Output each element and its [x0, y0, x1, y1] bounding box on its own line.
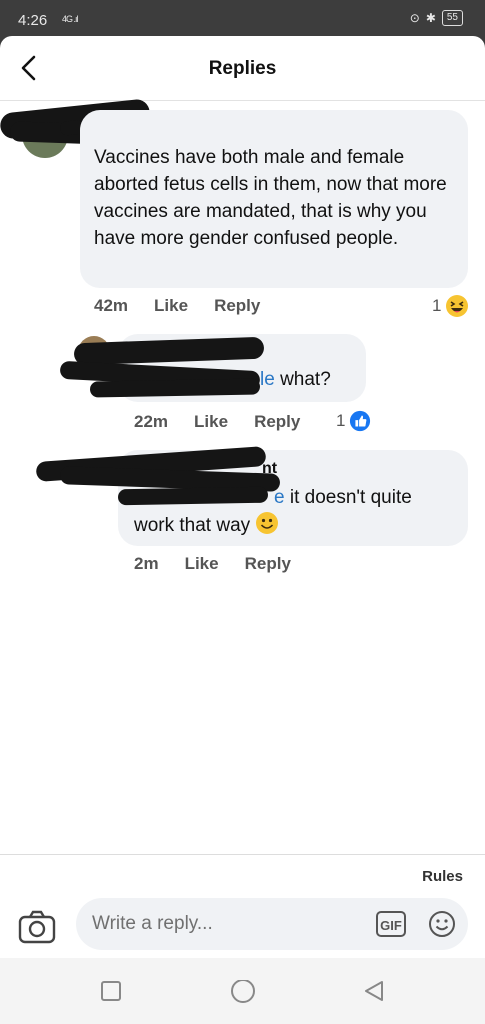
- comment-time: 42m: [94, 296, 129, 315]
- signal-indicator: 4G .ıl: [62, 14, 78, 24]
- bluetooth-icon: ✱: [425, 11, 436, 25]
- status-bar: 4:26 4G .ıl ⊙ ✱ 55: [0, 0, 485, 40]
- comment-time: 22m: [134, 412, 169, 431]
- divider: [0, 854, 485, 855]
- back-triangle-icon[interactable]: [362, 980, 386, 1004]
- status-time: 4:26: [18, 12, 48, 29]
- like-button[interactable]: Like: [194, 412, 228, 432]
- like-button[interactable]: Like: [185, 554, 219, 574]
- battery-icon: 55: [441, 10, 463, 26]
- redaction-scribble: [89, 378, 261, 398]
- comment-time: 2m: [134, 554, 159, 573]
- header: Replies: [0, 36, 485, 101]
- haha-emoji-icon: [446, 295, 469, 317]
- status-icons: ⊙ ✱ 55: [410, 10, 463, 26]
- emoji-icon[interactable]: [428, 910, 456, 938]
- comment-bubble: Vaccines have both male and female abort…: [80, 110, 468, 288]
- reaction-count: 1: [432, 296, 442, 315]
- reply-placeholder: Write a reply...: [92, 913, 213, 934]
- reaction-summary[interactable]: 1: [432, 294, 469, 318]
- recent-apps-icon[interactable]: [100, 980, 122, 1002]
- home-icon[interactable]: [230, 980, 256, 1006]
- reply-input[interactable]: Write a reply... GIF: [76, 898, 468, 950]
- comment-actions: 42m Like Reply: [94, 296, 286, 316]
- reply-button[interactable]: Reply: [245, 554, 291, 574]
- reply-button[interactable]: Reply: [214, 296, 260, 316]
- redaction-scribble: [117, 486, 269, 506]
- reaction-summary[interactable]: 1: [336, 410, 371, 432]
- alarm-icon: ⊙: [409, 11, 420, 25]
- comment-actions: 22m Like Reply: [134, 412, 314, 432]
- rules-link[interactable]: Rules: [422, 868, 463, 885]
- like-button[interactable]: Like: [154, 296, 188, 316]
- camera-icon[interactable]: [18, 910, 56, 944]
- reaction-count: 1: [336, 411, 346, 430]
- smiling-emoji-icon: [256, 512, 279, 534]
- comment-actions: 2m Like Reply: [134, 554, 317, 574]
- reply-button[interactable]: Reply: [254, 412, 300, 432]
- replies-sheet: Replies Vaccines have both male and fema…: [0, 36, 485, 1024]
- comment-text: Vaccines have both male and female abort…: [94, 147, 447, 249]
- comment-text: what?: [274, 369, 331, 390]
- android-nav-bar: [0, 958, 485, 1024]
- page-title: Replies: [208, 58, 277, 79]
- gif-button[interactable]: GIF: [376, 911, 406, 937]
- like-thumb-icon: [350, 410, 371, 432]
